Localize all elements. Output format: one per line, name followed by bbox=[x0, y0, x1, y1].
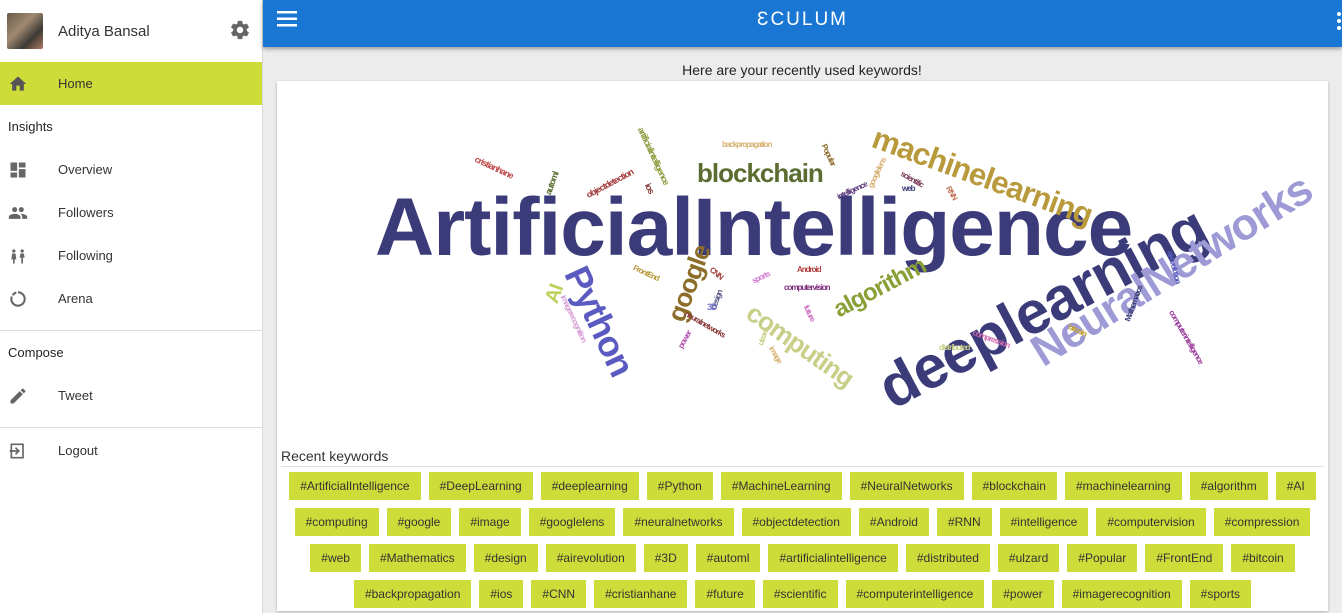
word-cloud-word: distributed bbox=[939, 343, 970, 352]
sidebar-item-label: Home bbox=[58, 76, 93, 91]
section-title-insights: Insights bbox=[8, 119, 53, 134]
keyword-chip[interactable]: #deeplearning bbox=[540, 472, 639, 500]
keyword-chip[interactable]: #NeuralNetworks bbox=[849, 472, 964, 500]
chip-row: #computing #google #image #googlelens #neura… bbox=[277, 508, 1328, 536]
keyword-chip[interactable]: #objectdetection bbox=[741, 508, 851, 536]
keyword-chip[interactable]: #FrontEnd bbox=[1145, 544, 1224, 572]
keyword-chip[interactable]: #Python bbox=[646, 472, 713, 500]
keyword-chip[interactable]: #ulzard bbox=[997, 544, 1060, 572]
keyword-chip[interactable]: #Popular bbox=[1067, 544, 1138, 572]
sidebar-item-tweet[interactable]: Tweet bbox=[0, 374, 262, 417]
keyword-chip[interactable]: #scientific bbox=[762, 580, 838, 608]
keyword-chip[interactable]: #distributed bbox=[905, 544, 990, 572]
sidebar-item-label: Overview bbox=[58, 162, 113, 177]
pencil-icon bbox=[8, 386, 28, 406]
more-vert-icon[interactable] bbox=[1336, 12, 1342, 30]
keywords-card: ArtificialIntelligence deeplearning Neural… bbox=[277, 81, 1328, 611]
word-cloud-word: backpropagation bbox=[722, 140, 772, 149]
sidebar-item-label: Arena bbox=[58, 291, 93, 306]
gear-icon[interactable] bbox=[229, 19, 251, 41]
sidebar-item-label: Followers bbox=[58, 205, 114, 220]
sidebar-item-label: Logout bbox=[58, 443, 98, 458]
keyword-chip[interactable]: #googlelens bbox=[528, 508, 616, 536]
chip-row: #backpropagation #ios #CNN #cristianhane #fu… bbox=[277, 580, 1328, 608]
profile-name: Aditya Bansal bbox=[58, 22, 150, 40]
keyword-chip[interactable]: #CNN bbox=[531, 580, 587, 608]
word-cloud-word: blockchain bbox=[697, 158, 824, 188]
word-cloud-word: power bbox=[676, 329, 694, 350]
keyword-chip[interactable]: #intelligence bbox=[999, 508, 1089, 536]
keyword-chip[interactable]: #DeepLearning bbox=[428, 472, 533, 500]
keyword-chip[interactable]: #3D bbox=[643, 544, 688, 572]
keyword-chip[interactable]: #airevolution bbox=[545, 544, 636, 572]
keyword-chip[interactable]: #imagerecognition bbox=[1061, 580, 1182, 608]
section-title-compose: Compose bbox=[8, 345, 64, 360]
brand-title: ƐCULUM bbox=[756, 9, 849, 30]
people-icon bbox=[8, 203, 28, 223]
keyword-chip[interactable]: #neuralnetworks bbox=[623, 508, 734, 536]
divider bbox=[0, 427, 262, 428]
keyword-chip[interactable]: #design bbox=[473, 544, 538, 572]
logout-icon bbox=[8, 441, 28, 461]
keyword-chip[interactable]: #Android bbox=[858, 508, 929, 536]
keyword-chip[interactable]: #image bbox=[459, 508, 521, 536]
keyword-chip[interactable]: #RNN bbox=[936, 508, 992, 536]
word-cloud-word: artificialintelligence bbox=[635, 125, 672, 187]
keyword-chip[interactable]: #Mathematics bbox=[368, 544, 466, 572]
sidebar-item-logout[interactable]: Logout bbox=[0, 429, 262, 472]
keyword-chip[interactable]: #cristianhane bbox=[594, 580, 688, 608]
sidebar-item-home[interactable]: Home bbox=[0, 62, 262, 105]
home-icon bbox=[8, 74, 28, 94]
word-cloud-word: Android bbox=[797, 265, 822, 274]
word-cloud-word: cristianhane bbox=[473, 154, 515, 181]
keyword-chip[interactable]: #computing bbox=[294, 508, 379, 536]
avatar[interactable] bbox=[7, 13, 43, 49]
divider bbox=[281, 466, 1324, 467]
pair-people-icon bbox=[8, 246, 28, 266]
word-cloud: ArtificialIntelligence deeplearning Neural… bbox=[277, 81, 1328, 441]
keyword-chip[interactable]: #MachineLearning bbox=[720, 472, 842, 500]
top-app-bar: ƐCULUM bbox=[263, 0, 1342, 47]
keyword-chip[interactable]: #bitcoin bbox=[1231, 544, 1295, 572]
recent-keywords-label: Recent keywords bbox=[281, 448, 389, 464]
keyword-chip[interactable]: #sports bbox=[1189, 580, 1252, 608]
keyword-chip[interactable]: #compression bbox=[1213, 508, 1311, 536]
sidebar-item-arena[interactable]: Arena bbox=[0, 277, 262, 320]
keyword-chip[interactable]: #AI bbox=[1275, 472, 1316, 500]
profile-header: Aditya Bansal bbox=[0, 0, 262, 62]
keyword-chip[interactable]: #power bbox=[992, 580, 1054, 608]
sidebar-item-overview[interactable]: Overview bbox=[0, 148, 262, 191]
keyword-chip[interactable]: #computerintelligence bbox=[845, 580, 985, 608]
sidebar-item-followers[interactable]: Followers bbox=[0, 191, 262, 234]
keyword-chip[interactable]: #artificialintelligence bbox=[768, 544, 898, 572]
keyword-chips: #ArtificialIntelligence #DeepLearning #dee… bbox=[277, 472, 1328, 613]
keyword-chip[interactable]: #web bbox=[310, 544, 361, 572]
sidebar-item-label: Tweet bbox=[58, 388, 93, 403]
dashboard-icon bbox=[8, 160, 28, 180]
keyword-chip[interactable]: #blockchain bbox=[971, 472, 1057, 500]
keyword-chip[interactable]: #backpropagation bbox=[353, 580, 472, 608]
donut-icon bbox=[8, 289, 28, 309]
keyword-chip[interactable]: #google bbox=[386, 508, 452, 536]
keyword-chip[interactable]: #ArtificialIntelligence bbox=[289, 472, 421, 500]
word-cloud-word: computerintelligence bbox=[1167, 308, 1206, 366]
chip-row: #ArtificialIntelligence #DeepLearning #dee… bbox=[277, 472, 1328, 500]
word-cloud-word: 3D bbox=[707, 302, 717, 312]
page-heading: Here are your recently used keywords! bbox=[682, 62, 922, 78]
sidebar-item-following[interactable]: Following bbox=[0, 234, 262, 277]
keyword-chip[interactable]: #automl bbox=[695, 544, 761, 572]
sidebar: Aditya Bansal Home Insights Overview Fol… bbox=[0, 0, 263, 613]
keyword-chip[interactable]: #ios bbox=[479, 580, 524, 608]
word-cloud-word: computervision bbox=[784, 283, 831, 292]
keyword-chip[interactable]: #computervision bbox=[1096, 508, 1206, 536]
keyword-chip[interactable]: #machinelearning bbox=[1064, 472, 1182, 500]
keyword-chip[interactable]: #algorithm bbox=[1189, 472, 1268, 500]
word-cloud-word: web bbox=[902, 184, 916, 193]
chip-row: #web #Mathematics #design #airevolution #3D #… bbox=[277, 544, 1328, 572]
word-cloud-word: future bbox=[801, 303, 817, 323]
keyword-chip[interactable]: #future bbox=[695, 580, 755, 608]
sidebar-item-label: Following bbox=[58, 248, 113, 263]
